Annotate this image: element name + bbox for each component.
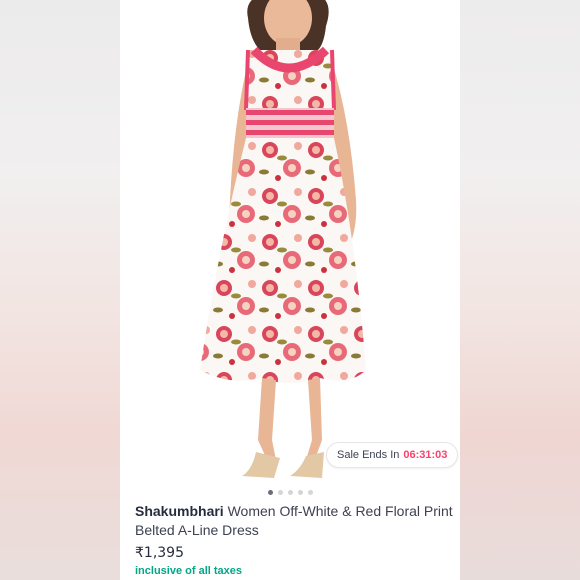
sale-countdown-time: 06:31:03 [403,449,448,461]
carousel-dot-5[interactable] [307,490,313,495]
sale-label: Sale Ends In [337,449,400,461]
blurred-background-right [460,0,580,580]
dress-illustration [200,0,366,478]
carousel-dot-2[interactable] [277,490,283,495]
product-title: Shakumbhari Women Off-White & Red Floral… [135,502,455,540]
carousel-dot-3[interactable] [287,490,293,495]
product-brand[interactable]: Shakumbhari [135,503,224,519]
product-price: ₹1,395 [135,545,184,561]
blurred-background-left [0,0,120,580]
carousel-dot-4[interactable] [297,490,303,495]
product-image[interactable]: Sale Ends In 06:31:03 [120,0,460,482]
sale-countdown-badge: Sale Ends In 06:31:03 [326,442,459,468]
tax-note: inclusive of all taxes [135,565,242,577]
carousel-dot-1[interactable] [267,490,273,495]
carousel-indicator [120,490,460,498]
product-card: Sale Ends In 06:31:03 Shakumbhari Women … [120,0,460,580]
